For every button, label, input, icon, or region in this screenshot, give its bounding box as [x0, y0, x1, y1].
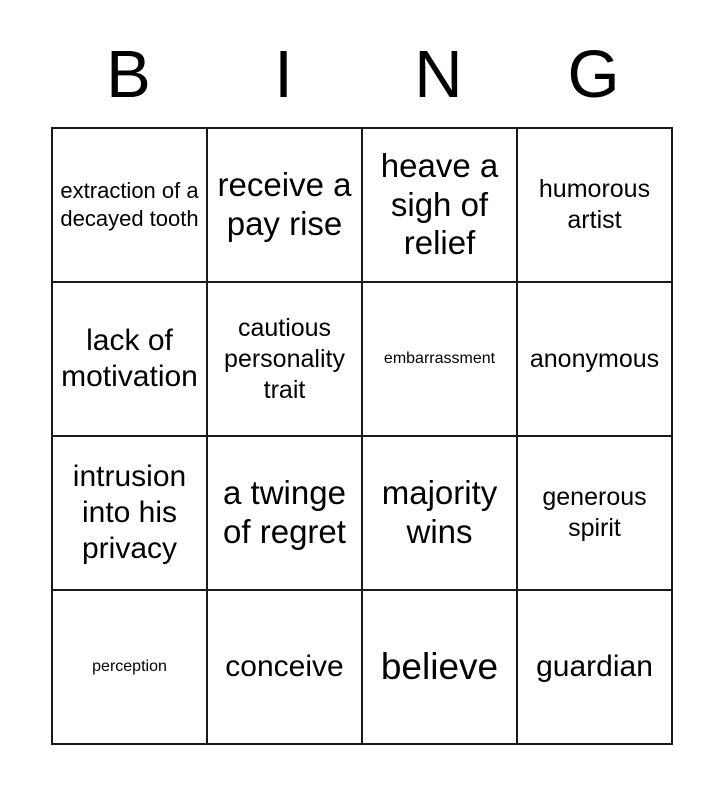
bingo-card: B I N G extraction of a decayed tooth re… — [51, 22, 673, 745]
bingo-cell-label: heave a sigh of relief — [380, 146, 499, 262]
bingo-cell-label: cautious personality trait — [224, 313, 345, 404]
bingo-cell-label: receive a pay rise — [217, 166, 352, 242]
bingo-cell[interactable]: majority wins — [363, 437, 518, 591]
bingo-cell[interactable]: lack of motivation — [53, 283, 208, 437]
bingo-cell[interactable]: receive a pay rise — [208, 129, 363, 283]
bingo-cell-label: anonymous — [529, 344, 660, 373]
bingo-cell[interactable]: believe — [363, 591, 518, 745]
bingo-row: perception conceive believe guardian — [53, 591, 673, 745]
bingo-cell[interactable]: embarrassment — [363, 283, 518, 437]
bingo-row: intrusion into his privacy a twinge of r… — [53, 437, 673, 591]
bingo-cell[interactable]: a twinge of regret — [208, 437, 363, 591]
bingo-cell-label: conceive — [225, 650, 344, 683]
bingo-header-letter-n: N — [414, 37, 463, 112]
bingo-header-letter-g: G — [567, 37, 620, 112]
bingo-cell-label: perception — [92, 658, 167, 676]
bingo-cell[interactable]: cautious personality trait — [208, 283, 363, 437]
bingo-cell-label: guardian — [536, 650, 653, 683]
bingo-cell[interactable]: perception — [53, 591, 208, 745]
bingo-cell-label: generous spirit — [542, 483, 647, 542]
bingo-cell[interactable]: guardian — [518, 591, 673, 745]
bingo-header-letter-b: B — [106, 37, 151, 112]
bingo-cell[interactable]: humorous artist — [518, 129, 673, 283]
bingo-cell[interactable]: heave a sigh of relief — [363, 129, 518, 283]
bingo-cell-label: embarrassment — [383, 350, 496, 368]
bingo-header-letter-i: I — [274, 37, 293, 112]
bingo-cell-label: a twinge of regret — [223, 474, 346, 550]
bingo-cell[interactable]: conceive — [208, 591, 363, 745]
bingo-cell-label: humorous artist — [538, 175, 651, 234]
bingo-row: extraction of a decayed tooth receive a … — [53, 129, 673, 283]
bingo-row: lack of motivation cautious personality … — [53, 283, 673, 437]
bingo-cell-label: intrusion into his privacy — [72, 460, 187, 565]
bingo-cell-label: majority wins — [381, 474, 498, 550]
bingo-cell[interactable]: intrusion into his privacy — [53, 437, 208, 591]
bingo-cell-label: extraction of a decayed tooth — [60, 177, 199, 231]
bingo-cell-label: believe — [380, 645, 499, 687]
bingo-cell-label: lack of motivation — [61, 324, 198, 393]
bingo-header-row: B I N G — [51, 22, 671, 127]
bingo-cell[interactable]: anonymous — [518, 283, 673, 437]
bingo-cell[interactable]: extraction of a decayed tooth — [53, 129, 208, 283]
bingo-cell[interactable]: generous spirit — [518, 437, 673, 591]
bingo-grid: extraction of a decayed tooth receive a … — [51, 127, 673, 745]
